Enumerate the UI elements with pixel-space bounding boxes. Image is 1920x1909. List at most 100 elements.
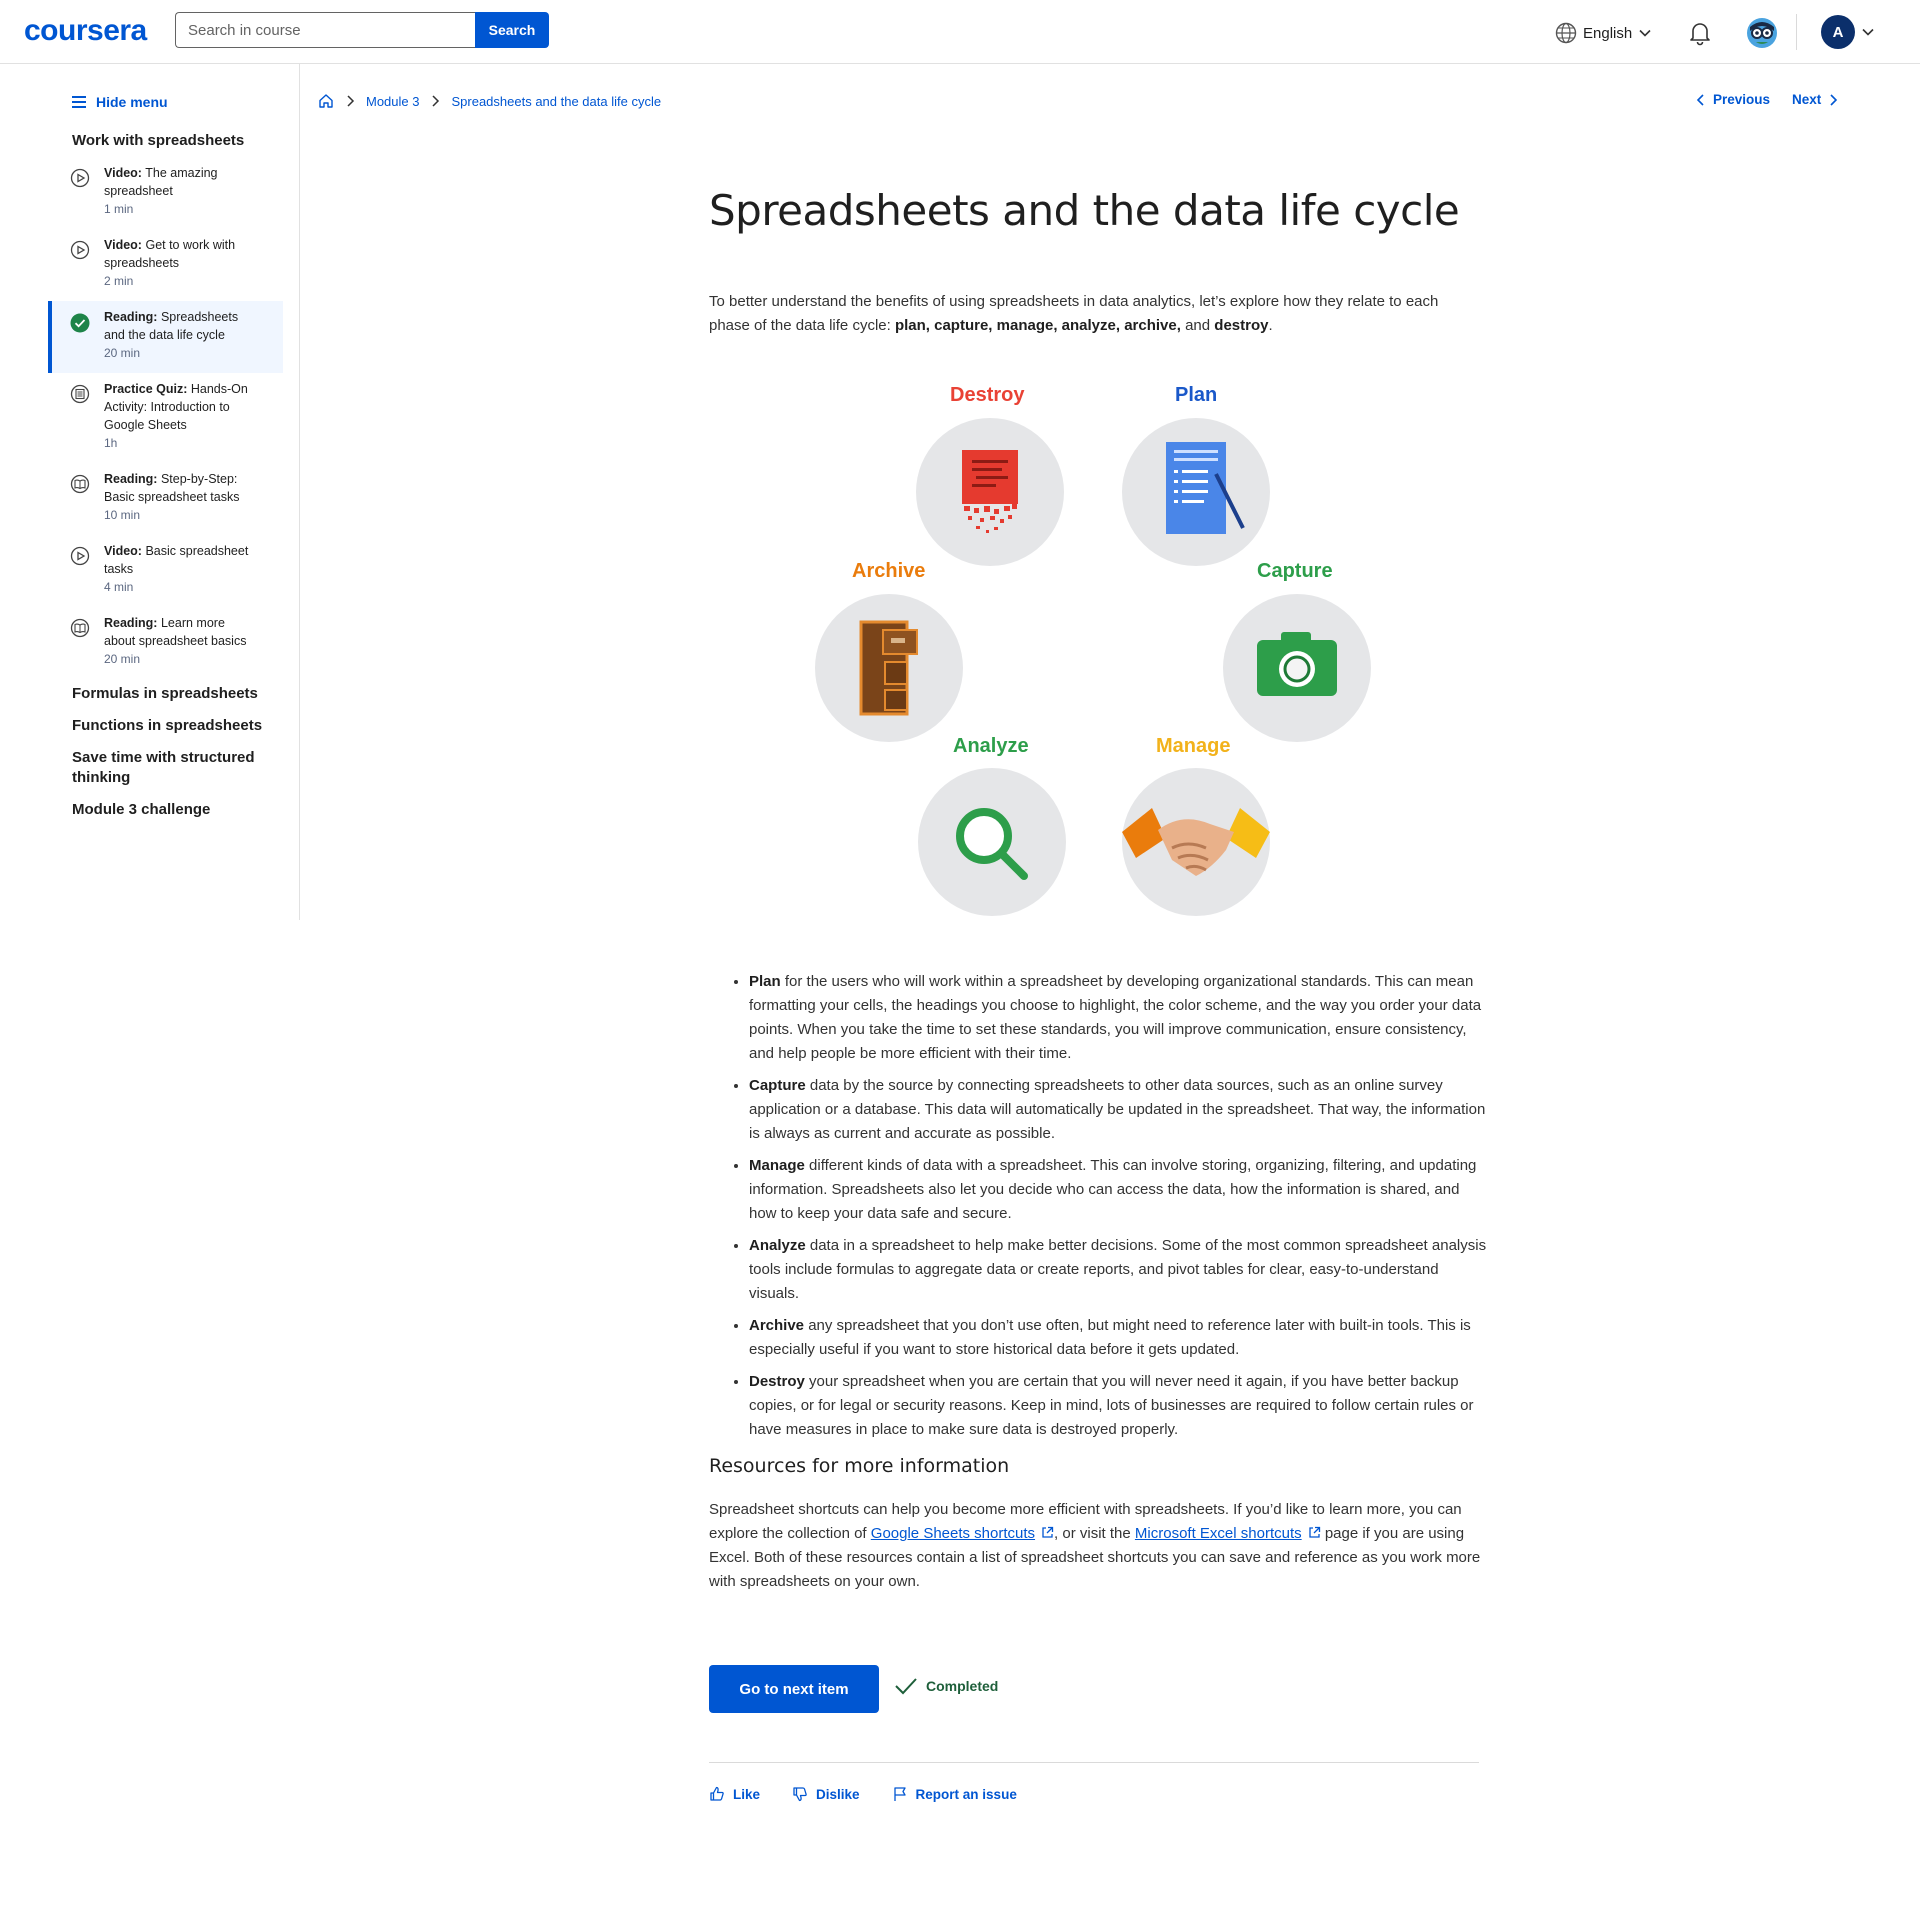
globe-icon [1555,22,1577,44]
external-link-icon [1042,1526,1054,1538]
breadcrumb-current[interactable]: Spreadsheets and the data life cycle [451,94,661,109]
stage-description-list: Plan for the users who will work within … [709,970,1489,1450]
item-duration: 20 min [104,346,141,360]
list-item: Destroy your spreadsheet when you are ce… [749,1370,1489,1442]
item-title: Learn more [160,616,225,630]
list-item-term: Destroy [749,1373,805,1390]
checkmark-icon [895,1678,917,1695]
list-item: Archive any spreadsheet that you don’t u… [749,1314,1489,1362]
coursera-logo[interactable]: coursera [24,14,147,48]
home-icon[interactable] [318,93,334,109]
stage-label-analyze: Analyze [953,735,1029,757]
dislike-button[interactable]: Dislike [792,1786,860,1802]
item-title: Step-by-Step: [160,472,238,486]
go-to-next-item-button[interactable]: Go to next item [709,1665,879,1713]
thumbs-down-icon [793,1787,807,1802]
list-item: Plan for the users who will work within … [749,970,1489,1066]
chevron-right-icon [432,95,440,107]
report-issue-button[interactable]: Report an issue [892,1786,1017,1802]
bell-icon[interactable] [1688,20,1712,46]
sidebar-item-reading-data-life-cycle[interactable]: Reading: Spreadsheets and the data life … [48,301,283,373]
breadcrumb: Module 3 Spreadsheets and the data life … [318,93,661,109]
top-header: coursera Search English A [0,0,1920,64]
resources-text: , or visit the [1054,1525,1131,1542]
list-item-term: Plan [749,973,781,990]
item-type: Reading: [104,310,158,324]
shredded-document-icon [962,450,1018,533]
stage-archive [815,594,963,742]
list-item: Capture data by the source by connecting… [749,1074,1489,1146]
list-item-term: Capture [749,1077,806,1094]
item-type: Reading: [104,472,158,486]
chevron-down-icon [1639,29,1651,37]
sidebar-item-video-amazing-spreadsheet[interactable]: Video: The amazing spreadsheet 1 min [48,164,283,218]
chevron-right-icon [1830,93,1838,106]
microsoft-excel-shortcuts-link[interactable]: Microsoft Excel shortcuts [1135,1525,1302,1542]
stage-label-manage: Manage [1156,735,1231,757]
search-button[interactable]: Search [475,12,549,48]
sidebar-item-reading-learn-more[interactable]: Reading: Learn more about spreadsheet ba… [48,614,283,668]
list-item-text: your spreadsheet when you are certain th… [749,1373,1474,1438]
section-label-line1: Save time with structured [72,749,255,766]
book-icon [70,618,90,638]
sidebar-section-formulas[interactable]: Formulas in spreadsheets [72,684,258,704]
avatar[interactable]: A [1821,15,1855,49]
intro-last: destroy [1214,317,1269,334]
next-button[interactable]: Next [1792,92,1839,107]
book-icon [70,474,90,494]
sidebar-section-module-challenge[interactable]: Module 3 challenge [72,800,210,820]
chevron-right-icon [347,95,355,107]
page-title: Spreadsheets and the data life cycle [709,186,1460,235]
stage-destroy [916,418,1064,566]
intro-phases: plan, capture, manage, analyze, archive, [894,317,1181,334]
section-label-line2: thinking [72,769,131,786]
resources-paragraph: Spreadsheet shortcuts can help you becom… [709,1498,1489,1594]
breadcrumb-module[interactable]: Module 3 [366,94,419,109]
resources-heading: Resources for more information [709,1455,1010,1477]
stage-manage [1122,768,1270,916]
intro-and: and [1185,317,1211,334]
sidebar-item-video-basic-tasks[interactable]: Video: Basic spreadsheet tasks 4 min [48,542,283,596]
feedback-bar: Like Dislike Report an issue [709,1786,1017,1802]
stage-plan [1122,418,1270,566]
list-item-term: Analyze [749,1237,806,1254]
item-type: Reading: [104,616,158,630]
like-button[interactable]: Like [709,1786,760,1802]
item-title-cont: Basic spreadsheet tasks [104,490,240,504]
stage-label-archive: Archive [852,560,926,582]
previous-label: Previous [1713,92,1771,107]
list-item-term: Archive [749,1317,805,1334]
list-item-text: data by the source by connecting spreads… [749,1077,1486,1142]
sidebar-item-reading-step-by-step[interactable]: Reading: Step-by-Step: Basic spreadsheet… [48,470,283,524]
list-item-text: data in a spreadsheet to help make bette… [749,1237,1487,1302]
item-title: Get to work with [145,238,236,252]
sidebar-section-structured-thinking[interactable]: Save time with structured thinking [72,748,255,788]
search-input[interactable] [175,12,475,48]
completed-status: Completed [894,1676,998,1696]
language-selector[interactable]: English [1555,22,1652,44]
coach-icon[interactable] [1746,17,1778,49]
previous-button[interactable]: Previous [1695,92,1770,107]
item-duration: 2 min [104,274,134,288]
like-label: Like [733,1786,761,1802]
item-title: The amazing [145,166,218,180]
account-menu[interactable]: A [1821,15,1875,49]
item-pager: Previous Next [1695,92,1839,107]
google-sheets-shortcuts-link[interactable]: Google Sheets shortcuts [871,1525,1035,1542]
play-icon [70,546,90,566]
item-type: Video: [104,238,142,252]
quiz-icon [70,384,90,404]
hide-menu-button[interactable]: Hide menu [72,94,168,110]
list-item-term: Manage [749,1157,805,1174]
filing-cabinet-icon [859,620,918,716]
sidebar-section-functions[interactable]: Functions in spreadsheets [72,716,262,736]
sidebar-item-video-get-to-work[interactable]: Video: Get to work with spreadsheets 2 m… [48,236,283,290]
item-title-cont: Google Sheets [104,418,187,432]
item-duration: 10 min [104,508,141,522]
sidebar-item-practice-quiz[interactable]: Practice Quiz: Hands-On Activity: Introd… [48,380,283,452]
stage-label-capture: Capture [1257,560,1333,582]
sidebar-section-current[interactable]: Work with spreadsheets [72,131,244,151]
menu-icon [72,96,86,108]
report-label: Report an issue [915,1786,1017,1802]
item-title: Basic spreadsheet [145,544,249,558]
